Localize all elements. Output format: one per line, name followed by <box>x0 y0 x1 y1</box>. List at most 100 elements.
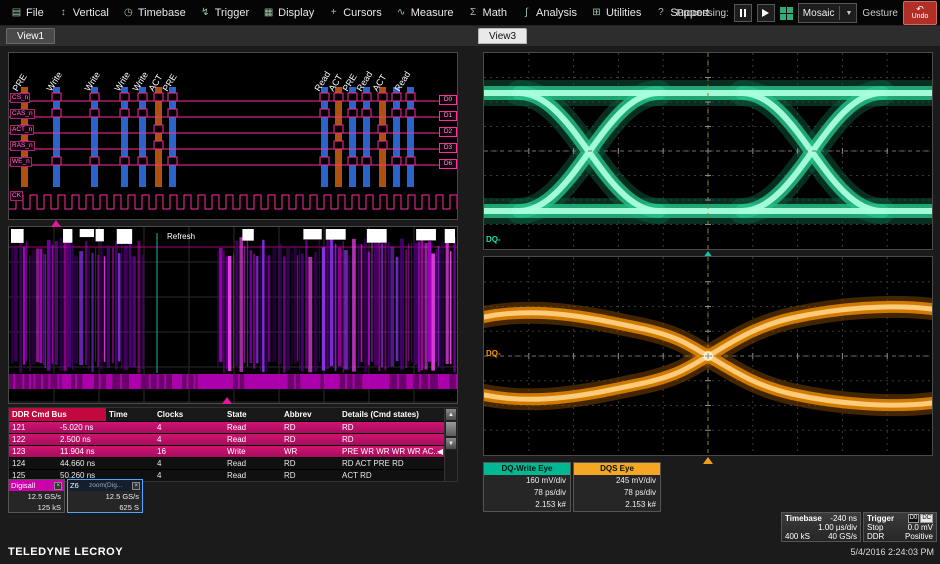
menu-item-label: Cursors <box>343 7 382 19</box>
column-header-details[interactable]: Details (Cmd states) <box>339 408 444 421</box>
scroll-up-button[interactable]: ▲ <box>445 408 457 421</box>
close-icon[interactable]: × <box>54 482 62 490</box>
menu-item-vertical[interactable]: ↕Vertical <box>51 0 116 26</box>
timebase-summary[interactable]: Timebase -240 ns 1.00 µs/div 400 kS 40 G… <box>781 512 861 542</box>
tab-view3[interactable]: View3 <box>478 28 527 44</box>
table-cell-index: 121 <box>9 422 57 433</box>
close-icon[interactable]: × <box>132 482 140 490</box>
menu-item-label: File <box>26 7 44 19</box>
menu-item-utilities[interactable]: ⊞Utilities <box>584 0 648 26</box>
menu-bar: ▤ File ↕Vertical◷Timebase↯Trigger▦Display+… <box>0 0 940 26</box>
zoom-region-marker[interactable] <box>51 220 61 227</box>
teledyne-lecroy-logo: TELEDYNE LECROY <box>8 546 123 558</box>
digital-line-chip: D0 <box>439 95 457 105</box>
table-scrollbar[interactable]: ▲ ▼ <box>444 408 457 481</box>
undo-label: Undo <box>912 13 929 21</box>
dqs-eye-panel[interactable]: DQ- <box>483 256 933 456</box>
table-body: 121-5.020 ns4ReadRDRD1222.500 ns4ReadRDR… <box>9 421 444 481</box>
menu-item-cursors[interactable]: +Cursors <box>321 0 389 26</box>
scroll-down-button[interactable]: ▼ <box>445 437 457 450</box>
table-cell-time: 44.660 ns <box>57 458 154 469</box>
trigger-summary[interactable]: Trigger D0 DC Stop 0.0 mV DDR Positive <box>863 512 937 542</box>
menu-item-analysis[interactable]: ∫Analysis <box>514 0 584 26</box>
utilities-icon: ⊞ <box>591 7 602 18</box>
table-cell-time: 11.904 ns <box>57 446 154 457</box>
zoom-position-marker[interactable] <box>222 397 232 404</box>
trigger-title: Trigger <box>867 514 894 523</box>
table-cell-clocks: 4 <box>154 458 224 469</box>
column-header-state[interactable]: State <box>224 408 281 421</box>
signal-name-label: CS_n <box>10 93 30 103</box>
timing-waveform <box>9 53 457 219</box>
ddr-command-timing-panel[interactable]: PREWriteWriteWriteWriteACTPREReadACTPRER… <box>8 52 458 220</box>
zoom-waveform <box>9 227 457 403</box>
table-cell-abbrev: RD <box>281 434 339 445</box>
table-cell-index: 123 <box>9 446 57 457</box>
zoom-trace-descriptor[interactable]: Z6 zoom(Dig... × 12.5 GS/s 625 S <box>67 479 143 513</box>
trigger-coupling-chip: DC <box>920 514 933 523</box>
dq-write-eye-panel[interactable]: DQ- <box>483 52 933 250</box>
menu-item-file[interactable]: ▤ File <box>4 0 51 26</box>
column-header-time[interactable]: Time <box>106 408 154 421</box>
processing-cluster: Processing: Mosaic ▼ Gesture ↶ Undo <box>677 0 937 26</box>
support-icon: ? <box>655 7 666 18</box>
analysis-icon: ∫ <box>521 7 532 18</box>
table-row[interactable]: 1222.500 ns4ReadRDRD <box>9 433 444 445</box>
vdiv-value: 160 mV/div <box>484 475 570 487</box>
dq-write-eye-descriptor[interactable]: DQ-Write Eye 160 mV/div 78 ps/div 2.153 … <box>483 462 571 512</box>
digital-line-chip: D2 <box>439 127 457 137</box>
sample-count-value: 625 S <box>68 502 142 513</box>
table-row[interactable]: 12311.904 ns16WriteWRPRE WR WR WR WR AC.… <box>9 445 444 457</box>
undo-icon: ↶ <box>916 5 924 13</box>
table-row[interactable]: 121-5.020 ns4ReadRDRD <box>9 421 444 433</box>
signal-name-label: RAS_n <box>10 141 35 151</box>
dqs-eye-descriptor[interactable]: DQS Eye 245 mV/div 78 ps/div 2.153 k# <box>573 462 661 512</box>
mosaic-grid-icon[interactable] <box>780 7 793 20</box>
table-header-row: DDR Cmd Bus Time Clocks State Abbrev Det… <box>9 408 444 421</box>
scroll-thumb[interactable] <box>445 421 457 437</box>
table-cell-abbrev: RD <box>281 422 339 433</box>
menu-item-label: Display <box>278 7 314 19</box>
chevron-down-icon: ▼ <box>845 10 852 17</box>
trigger-type: DDR <box>867 532 884 541</box>
table-cell-time: -5.020 ns <box>57 422 154 433</box>
table-cell-index: 124 <box>9 458 57 469</box>
vdiv-value: 245 mV/div <box>574 475 660 487</box>
menu-item-measure[interactable]: ∿Measure <box>389 0 461 26</box>
timebase-scale: 1.00 µs/div <box>818 523 857 532</box>
dqs-eye-trigger-marker[interactable] <box>703 457 713 464</box>
digital-zoom-panel[interactable]: Refresh <box>8 226 458 404</box>
pause-icon <box>740 9 746 17</box>
table-row[interactable]: 12444.660 ns4ReadRDRD ACT PRE RD <box>9 457 444 469</box>
zoom-trace-name: Z6 <box>70 480 79 491</box>
dq-write-eye-diagram <box>484 53 932 249</box>
tab-bar: View1 View3 <box>0 26 940 46</box>
table-cell-time: 2.500 ns <box>57 434 154 445</box>
menu-item-trigger[interactable]: ↯Trigger <box>193 0 256 26</box>
tdiv-value: 78 ps/div <box>484 487 570 499</box>
file-icon: ▤ <box>11 7 22 18</box>
column-header-clocks[interactable]: Clocks <box>154 408 224 421</box>
undo-button[interactable]: ↶ Undo <box>903 1 937 25</box>
tab-view1[interactable]: View1 <box>6 28 55 44</box>
menu-item-label: Timebase <box>138 7 186 19</box>
digital-group-descriptor[interactable]: Digisall × 12.5 GS/s 125 kS <box>8 479 65 513</box>
vertical-icon: ↕ <box>58 7 69 18</box>
sweep-count-value: 2.153 k# <box>574 499 660 511</box>
trigger-icon: ↯ <box>200 7 211 18</box>
clock-timestamp: 5/4/2016 2:24:03 PM <box>850 547 934 557</box>
mosaic-dropdown[interactable]: Mosaic ▼ <box>798 3 858 23</box>
table-cell-abbrev: RD <box>281 458 339 469</box>
pause-button[interactable] <box>734 4 752 22</box>
column-header-abbrev[interactable]: Abbrev <box>281 408 339 421</box>
play-button[interactable] <box>757 4 775 22</box>
dqs-trace-label: DQ- <box>486 349 501 358</box>
menu-item-timebase[interactable]: ◷Timebase <box>116 0 193 26</box>
divider <box>839 6 840 20</box>
menu-item-display[interactable]: ▦Display <box>256 0 321 26</box>
trigger-source-chip: D0 <box>908 514 920 523</box>
table-cell-clocks: 4 <box>154 422 224 433</box>
menu-item-math[interactable]: ΣMath <box>461 0 514 26</box>
signal-name-label: CAS_n <box>10 109 35 119</box>
zoom-trace-desc: zoom(Dig... <box>89 480 122 491</box>
